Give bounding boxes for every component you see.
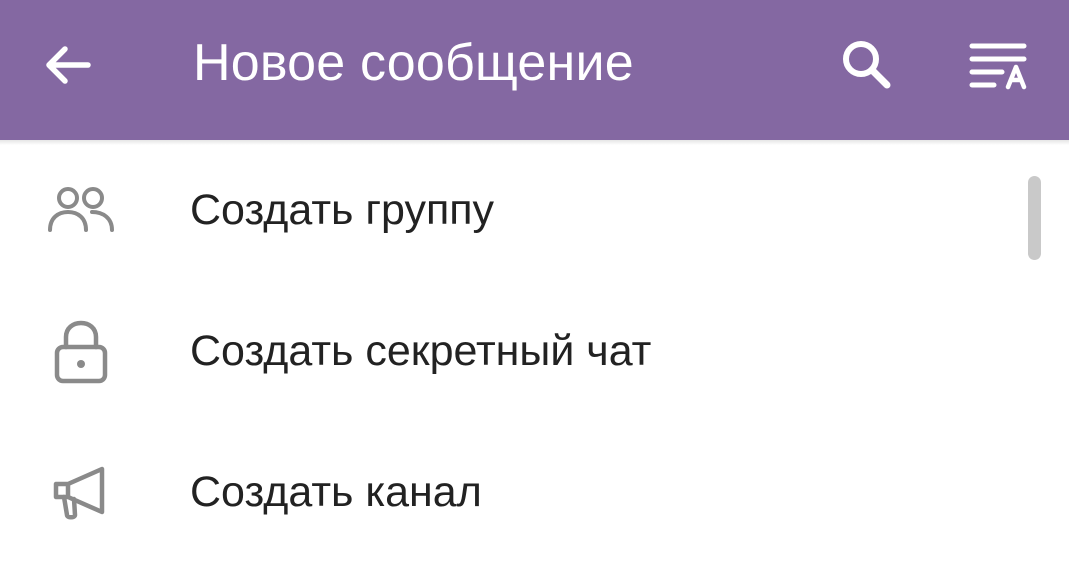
back-button[interactable]: [24, 22, 110, 108]
menu-item-label: Создать канал: [190, 468, 482, 516]
page-title: Новое сообщение: [193, 34, 634, 92]
new-message-screen: Новое сообщение Создать группу Создать с…: [0, 0, 1069, 562]
megaphone-icon: [42, 454, 120, 532]
menu-list: Создать группу Создать секретный чат Соз…: [0, 140, 1069, 562]
menu-item-create-secret-chat[interactable]: Создать секретный чат: [0, 281, 1069, 422]
menu-item-create-channel[interactable]: Создать канал: [0, 422, 1069, 562]
scrollbar-thumb[interactable]: [1028, 176, 1041, 260]
sort-alphabet-icon: [969, 43, 1027, 90]
app-bar: Новое сообщение: [0, 0, 1069, 140]
menu-item-label: Создать секретный чат: [190, 327, 652, 375]
search-icon: [843, 41, 891, 89]
people-icon: [42, 172, 120, 250]
search-button[interactable]: [822, 20, 912, 110]
sort-button[interactable]: [955, 20, 1045, 110]
lock-icon: [42, 313, 120, 391]
arrow-left-icon: [46, 46, 91, 84]
menu-item-label: Создать группу: [190, 186, 495, 234]
menu-item-create-group[interactable]: Создать группу: [0, 140, 1069, 281]
